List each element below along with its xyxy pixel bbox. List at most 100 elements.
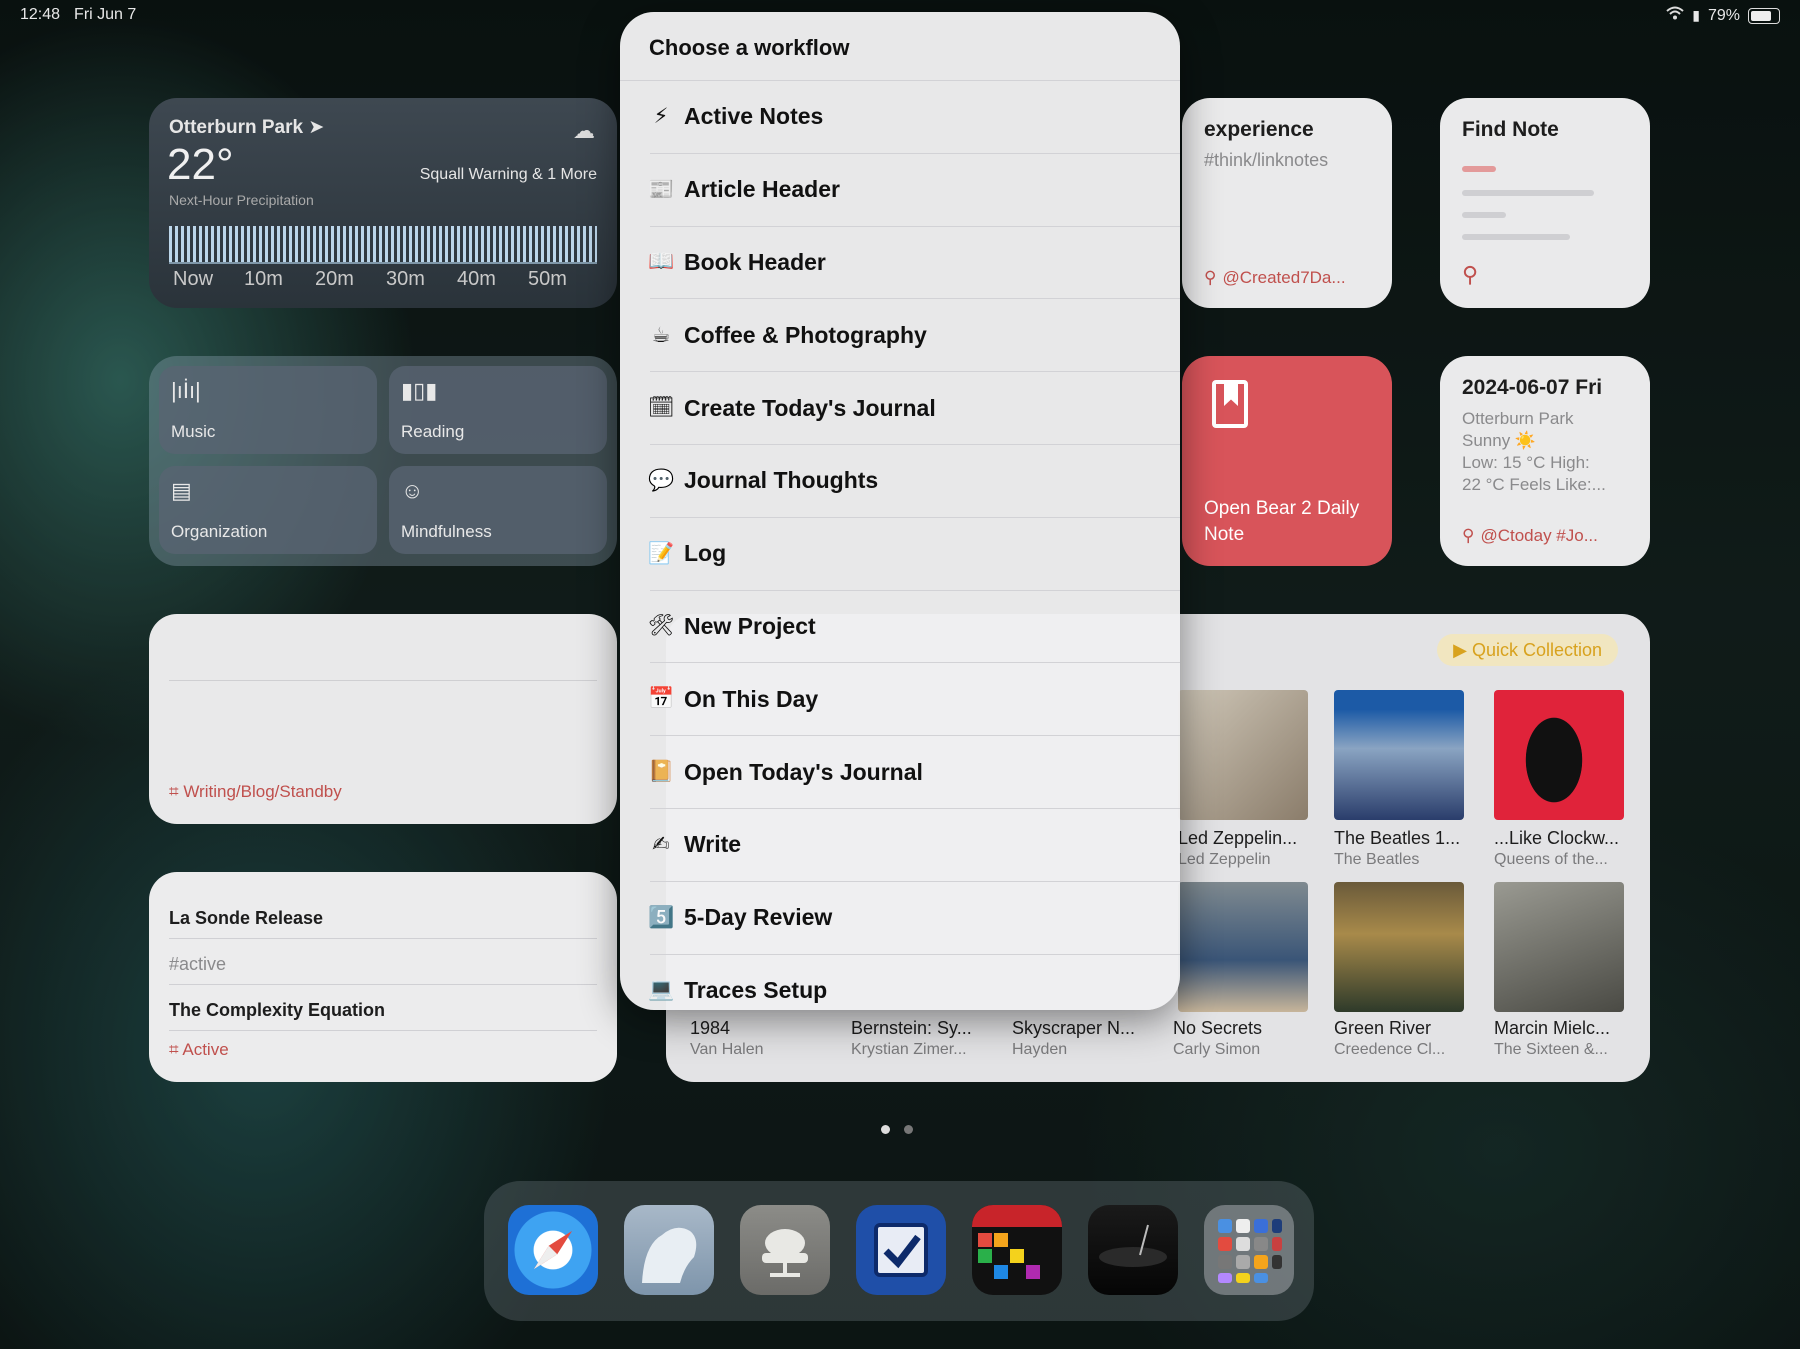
list-item[interactable]: #active — [169, 954, 597, 975]
calendar-pad-icon: 🗓 — [648, 396, 675, 420]
workflow-item-article-header[interactable]: 📰 Article Header — [648, 154, 1180, 227]
standby-tag[interactable]: ⌗ Writing/Blog/Standby — [169, 782, 342, 802]
album-title: 1984 — [690, 1018, 731, 1038]
list-item[interactable]: La Sonde Release — [169, 908, 597, 929]
experience-widget[interactable]: experience #think/linknotes ⚲ @Created7Da… — [1182, 98, 1392, 308]
workflow-item-create-journal[interactable]: 🗓 Create Today's Journal — [648, 372, 1180, 445]
weather-widget[interactable]: Otterburn Park ➤ 22° ☁ Squall Warning & … — [149, 98, 617, 308]
workflow-item-label: Open Today's Journal — [684, 758, 923, 785]
bear-daily-note-widget[interactable]: Open Bear 2 Daily Note — [1182, 356, 1392, 566]
workflow-item-write[interactable]: ✍ Write — [650, 809, 1180, 882]
bear-notebook-icon — [1212, 380, 1248, 428]
writing-hand-icon: ✍ — [652, 833, 670, 857]
workflow-item-active-notes[interactable]: ⚡ Active Notes — [650, 81, 1180, 154]
speech-bubble-icon: 💬 — [648, 468, 675, 492]
status-time: 12:48 — [20, 6, 61, 23]
divider — [169, 984, 597, 985]
daily-lines: Otterburn Park Sunny ☀️ Low: 15 °C High:… — [1462, 408, 1606, 496]
search-link[interactable]: ⚲ @Created7Da... — [1204, 268, 1346, 288]
standby-note-widget[interactable]: ⌗ Writing/Blog/Standby — [149, 614, 617, 824]
workflow-item-book-header[interactable]: 📖 Book Header — [648, 227, 1180, 300]
search-link[interactable]: ⚲ @Ctoday #Jo... — [1462, 526, 1598, 546]
focus-tile-reading[interactable]: ▮▯▮ Reading — [389, 366, 607, 454]
calendar-grid-icon[interactable] — [972, 1205, 1062, 1295]
workflow-item-coffee-photography[interactable]: ☕ Coffee & Photography — [650, 299, 1180, 373]
album-art — [1178, 690, 1308, 820]
album-item[interactable]: ...Like Clockw... Queens of the... — [1494, 690, 1624, 869]
workflow-item-label: Traces Setup — [684, 976, 828, 1003]
album-item[interactable]: Skyscraper N... Hayden — [1012, 1018, 1142, 1059]
page-indicator[interactable] — [881, 1125, 913, 1134]
tick-label: 40m — [457, 268, 496, 290]
workflow-item-5-day-review[interactable]: 5️⃣ 5-Day Review — [648, 882, 1180, 955]
workflow-item-traces-setup[interactable]: 💻 Traces Setup — [648, 955, 1180, 1010]
album-item[interactable]: Marcin Mielc... The Sixteen &... — [1494, 1018, 1624, 1059]
workflow-item-on-this-day[interactable]: 📅 On This Day — [648, 663, 1180, 737]
album-item[interactable] — [1334, 882, 1464, 1012]
dock — [484, 1181, 1314, 1321]
workflow-item-new-project[interactable]: 🛠 New Project — [648, 591, 1180, 664]
album-artist: Van Halen — [690, 1041, 764, 1058]
album-artist: Led Zeppelin — [1178, 851, 1271, 868]
album-item[interactable]: The Beatles 1... The Beatles — [1334, 690, 1464, 869]
album-item[interactable] — [1494, 882, 1624, 1012]
tools-icon: 🛠 — [648, 614, 675, 638]
bear-icon[interactable] — [624, 1205, 714, 1295]
app-library-icon[interactable] — [1204, 1205, 1294, 1295]
tick-label: 30m — [386, 268, 425, 290]
album-item[interactable]: Bernstein: Sy... Krystian Zimer... — [851, 1018, 981, 1059]
workflow-item-open-journal[interactable]: 📔 Open Today's Journal — [648, 736, 1180, 809]
safari-icon[interactable] — [508, 1205, 598, 1295]
workflow-item-label: New Project — [684, 612, 816, 639]
page-dot[interactable] — [881, 1125, 890, 1134]
album-artist: Hayden — [1012, 1041, 1068, 1058]
album-art — [1334, 690, 1464, 820]
focus-tile-organization[interactable]: ▤ Organization — [159, 466, 377, 554]
turntable-icon[interactable] — [1088, 1205, 1178, 1295]
album-title: Bernstein: Sy... — [851, 1018, 972, 1038]
album-art — [1494, 690, 1624, 820]
focus-tile-mindfulness[interactable]: ☺ Mindfulness — [389, 466, 607, 554]
page-dot[interactable] — [904, 1125, 913, 1134]
workflow-item-log[interactable]: 📝 Log — [648, 518, 1180, 591]
divider — [169, 1030, 597, 1031]
find-note-widget[interactable]: Find Note ⚲ — [1440, 98, 1650, 308]
album-item[interactable]: 1984 Van Halen — [690, 1018, 820, 1059]
focus-tile-label: Music — [171, 422, 216, 441]
active-tag[interactable]: ⌗ Active — [169, 1040, 229, 1060]
album-item[interactable]: No Secrets Carly Simon — [1173, 1018, 1303, 1059]
album-art — [1178, 882, 1308, 1012]
quick-collection-button[interactable]: ▶ Quick Collection — [1437, 634, 1618, 666]
daily-journal-widget[interactable]: 2024-06-07 Fri Otterburn Park Sunny ☀️ L… — [1440, 356, 1650, 566]
album-artist: Queens of the... — [1494, 851, 1608, 868]
album-item[interactable]: Led Zeppelin... Led Zeppelin — [1178, 690, 1308, 869]
notebook-icon: 📔 — [648, 760, 675, 784]
album-item[interactable]: Green River Creedence Cl... — [1334, 1018, 1464, 1059]
precipitation-chart — [169, 226, 597, 264]
album-item[interactable] — [1178, 882, 1308, 1012]
focus-tile-label: Reading — [401, 422, 465, 441]
album-title: Skyscraper N... — [1012, 1018, 1136, 1038]
search-icon[interactable]: ⚲ — [1462, 262, 1478, 288]
workflow-menu: Choose a workflow ⚡ Active Notes 📰 Article… — [620, 12, 1180, 1010]
weather-warning: Squall Warning & 1 More — [419, 166, 597, 183]
omnifocus-icon[interactable] — [856, 1205, 946, 1295]
album-art — [1494, 882, 1624, 1012]
server-icon[interactable] — [740, 1205, 830, 1295]
active-notes-widget: La Sonde Release #active The Complexity … — [149, 872, 617, 1082]
placeholder-line — [1462, 212, 1506, 218]
focus-tile-music[interactable]: |ıİı| Music — [159, 366, 377, 454]
calendar-icon: 📅 — [648, 687, 675, 711]
focus-tile-label: Organization — [171, 522, 268, 541]
album-artist: Krystian Zimer... — [851, 1041, 967, 1058]
list-item[interactable]: The Complexity Equation — [169, 1000, 597, 1021]
album-title: Led Zeppelin... — [1178, 828, 1298, 848]
weather-location: Otterburn Park ➤ — [169, 117, 325, 138]
lock-icon: ▮ — [1692, 7, 1700, 23]
daily-line: Sunny ☀️ — [1462, 431, 1537, 450]
workflow-item-label: Write — [684, 831, 742, 858]
widget-title: Find Note — [1462, 118, 1559, 141]
widget-title: experience — [1204, 118, 1314, 141]
workflow-item-journal-thoughts[interactable]: 💬 Journal Thoughts — [648, 445, 1180, 518]
focus-tile-label: Mindfulness — [401, 522, 492, 541]
